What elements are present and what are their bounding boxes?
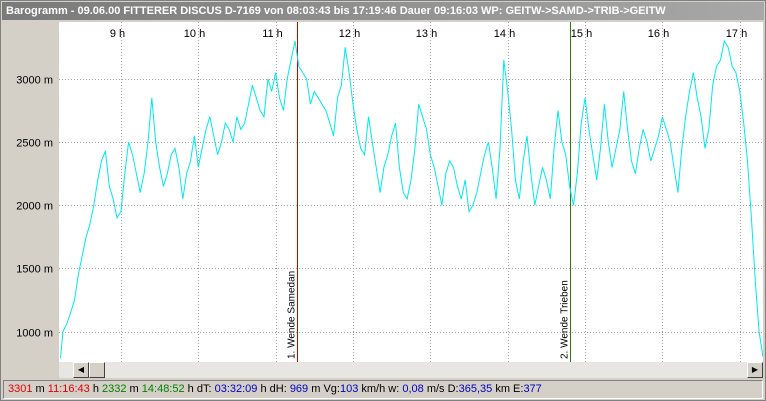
arrow-right-icon: ▶ xyxy=(751,365,759,374)
x-tick-label: 16 h xyxy=(648,28,669,40)
dt-label: dT: xyxy=(196,383,215,395)
barogram-chart: 9 h 10 h 11 h 12 h 13 h 14 h 15 h 16 h 17 h 1000 … xyxy=(5,22,763,362)
y-tick-label: 2000 m xyxy=(16,201,53,213)
dt-value: 03:32:09 xyxy=(214,383,258,395)
x-tick-label: 13 h xyxy=(416,28,437,40)
x-tick-label: 17 h xyxy=(726,28,747,40)
x-tick-label: 11 h xyxy=(262,28,283,40)
x-tick-label: 15 h xyxy=(571,28,592,40)
turnpoint-label: 1. Wende Samedan xyxy=(287,271,298,359)
vg-label: m Vg: xyxy=(308,383,340,395)
w-unit: m/s D: xyxy=(423,383,459,395)
barogram-window: Barogramm - 09.06.00 FITTERER DISCUS D-7… xyxy=(0,0,766,401)
d-value: 365,35 xyxy=(458,383,493,395)
dh-value: 969 xyxy=(289,383,309,395)
window-title: Barogramm - 09.06.00 FITTERER DISCUS D-7… xyxy=(2,2,764,20)
e-value: 377 xyxy=(523,383,542,395)
cursor2-altitude: 2332 xyxy=(102,383,127,395)
cursor2-time: 14:48:52 xyxy=(141,383,185,395)
y-tick-label: 2500 m xyxy=(16,138,53,150)
unit-m: m xyxy=(32,383,48,395)
x-tick-label: 14 h xyxy=(494,28,515,40)
plot-area xyxy=(59,22,763,362)
vg-value: 103 xyxy=(339,383,359,395)
w-value: 0,08 xyxy=(402,383,424,395)
unit-h: h xyxy=(89,383,103,395)
x-tick-label: 10 h xyxy=(184,28,205,40)
d-unit: km E: xyxy=(492,383,524,395)
x-tick-label: 9 h xyxy=(110,28,125,40)
y-tick-label: 1000 m xyxy=(16,328,53,340)
scroll-thumb[interactable] xyxy=(89,362,105,378)
cursor1-altitude: 3301 xyxy=(8,383,33,395)
horizontal-scrollbar[interactable]: ◀ ▶ xyxy=(59,362,763,378)
status-bar: 3301 m 11:16:43 h 2332 m 14:48:52 h dT: … xyxy=(3,380,763,399)
unit-h-2: h xyxy=(184,383,197,395)
unit-m-2: m xyxy=(126,383,142,395)
scroll-left-button[interactable]: ◀ xyxy=(73,362,89,378)
y-tick-label: 3000 m xyxy=(16,75,53,87)
scroll-right-button[interactable]: ▶ xyxy=(747,362,763,378)
arrow-left-icon: ◀ xyxy=(77,365,85,374)
turnpoint-label: 2. Wende Trieben xyxy=(560,280,571,359)
cursor1-time: 11:16:43 xyxy=(47,383,90,395)
x-tick-label: 12 h xyxy=(339,28,360,40)
dh-label: h dH: xyxy=(257,383,290,395)
y-tick-label: 1500 m xyxy=(16,264,53,276)
vg-unit: km/h w: xyxy=(358,383,403,395)
